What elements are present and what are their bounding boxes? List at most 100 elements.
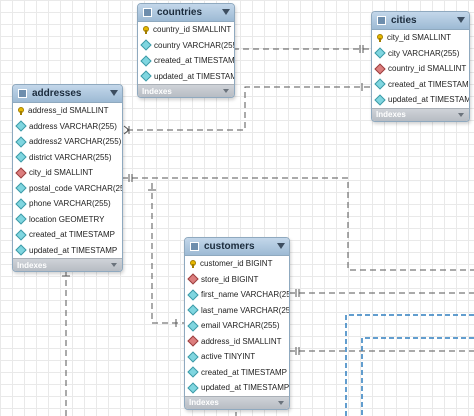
table-header[interactable]: countries [138,4,234,22]
indexes-label: Indexes [376,110,406,119]
column-row[interactable]: updated_at TIMESTAMP [372,92,469,108]
table-customers[interactable]: customers customer_id BIGINT store_id BI… [184,237,290,410]
highlight-link-2 [361,337,474,416]
column-row[interactable]: address_id SMALLINT [185,334,289,350]
column-row[interactable]: updated_at TIMESTAMP [13,243,122,259]
indexes-footer[interactable]: Indexes [185,395,289,409]
foreign-key-diamond-icon [187,335,199,347]
column-diamond-icon [187,304,199,316]
column-label: active TINYINT [201,352,256,362]
expand-arrow-icon[interactable] [458,112,464,117]
collapse-arrow-icon[interactable] [457,17,465,23]
foreign-key-diamond-icon [187,273,199,285]
collapse-arrow-icon[interactable] [222,9,230,15]
column-diamond-icon [187,320,199,332]
primary-key-icon [142,26,149,35]
column-diamond-icon [15,182,27,194]
column-row[interactable]: city_id SMALLINT [13,165,122,181]
column-row[interactable]: address VARCHAR(255) [13,119,122,135]
primary-key-icon [376,34,383,43]
table-cities[interactable]: cities city_id SMALLINT city VARCHAR(255… [371,11,470,122]
column-label: address VARCHAR(255) [29,121,117,131]
column-diamond-icon [140,70,152,82]
column-label: phone VARCHAR(255) [29,199,111,209]
column-label: city_id SMALLINT [29,168,94,178]
table-header[interactable]: cities [372,12,469,30]
collapse-arrow-icon[interactable] [110,90,118,96]
cardinality-mark [123,125,130,131]
column-label: created_at TIMESTAMP [29,230,115,240]
table-header[interactable]: customers [185,238,289,256]
column-diamond-icon [15,120,27,132]
primary-key-icon [189,260,196,269]
column-row[interactable]: country_id SMALLINT [372,61,469,77]
column-label: updated_at TIMESTAMP [29,245,118,255]
highlight-link [345,314,474,416]
column-diamond-icon [187,351,199,363]
cardinality-mark [123,129,130,135]
column-row[interactable]: created_at TIMESTAMP [185,365,289,381]
column-diamond-icon [187,289,199,301]
table-title: cities [391,15,417,26]
table-addresses[interactable]: addresses address_id SMALLINT address VA… [12,84,123,272]
column-label: updated_at TIMESTAMP [201,383,290,393]
collapse-arrow-icon[interactable] [277,243,285,249]
column-row[interactable]: country VARCHAR(255) [138,38,234,54]
column-label: updated_at TIMESTAMP [154,71,235,81]
column-label: created_at TIMESTAMP [388,79,470,89]
column-row[interactable]: created_at TIMESTAMP [372,77,469,93]
column-diamond-icon [187,366,199,378]
column-label: city VARCHAR(255) [388,48,460,58]
column-row[interactable]: first_name VARCHAR(255) [185,287,289,303]
column-diamond-icon [15,229,27,241]
column-diamond-icon [374,94,386,106]
primary-key-icon [17,107,24,116]
column-row[interactable]: address_id SMALLINT [13,103,122,119]
column-label: email VARCHAR(255) [201,321,280,331]
column-label: customer_id BIGINT [200,259,273,269]
column-row[interactable]: customer_id BIGINT [185,256,289,272]
column-label: first_name VARCHAR(255) [201,290,290,300]
column-diamond-icon [15,151,27,163]
foreign-key-diamond-icon [374,63,386,75]
column-diamond-icon [374,47,386,59]
table-countries[interactable]: countries country_id SMALLINT country VA… [137,3,235,98]
column-row[interactable]: updated_at TIMESTAMP [138,69,234,85]
indexes-footer[interactable]: Indexes [13,258,122,271]
column-row[interactable]: active TINYINT [185,349,289,365]
column-label: created_at TIMESTAMP [154,56,235,66]
table-title: addresses [32,88,82,99]
indexes-footer[interactable]: Indexes [372,107,469,121]
table-title: customers [204,241,255,252]
column-row[interactable]: district VARCHAR(255) [13,150,122,166]
column-row[interactable]: updated_at TIMESTAMP [185,380,289,396]
indexes-footer[interactable]: Indexes [138,84,234,97]
expand-arrow-icon[interactable] [111,263,117,267]
column-row[interactable]: city_id SMALLINT [372,30,469,46]
column-row[interactable]: created_at TIMESTAMP [13,227,122,243]
column-row[interactable]: created_at TIMESTAMP [138,53,234,69]
indexes-label: Indexes [189,398,219,407]
column-label: country_id SMALLINT [153,25,232,35]
expand-arrow-icon[interactable] [223,89,229,93]
column-label: city_id SMALLINT [387,33,452,43]
column-diamond-icon [374,78,386,90]
column-label: location GEOMETRY [29,214,105,224]
column-row[interactable]: country_id SMALLINT [138,22,234,38]
column-label: district VARCHAR(255) [29,152,112,162]
column-row[interactable]: email VARCHAR(255) [185,318,289,334]
column-row[interactable]: phone VARCHAR(255) [13,196,122,212]
column-row[interactable]: address2 VARCHAR(255) [13,134,122,150]
table-icon [190,242,199,251]
column-row[interactable]: city VARCHAR(255) [372,46,469,62]
expand-arrow-icon[interactable] [278,400,284,405]
column-row[interactable]: store_id BIGINT [185,272,289,288]
column-label: last_name VARCHAR(255) [201,305,290,315]
column-row[interactable]: location GEOMETRY [13,212,122,228]
table-header[interactable]: addresses [13,85,122,103]
column-diamond-icon [15,244,27,256]
column-row[interactable]: postal_code VARCHAR(255) [13,181,122,197]
column-label: updated_at TIMESTAMP [388,95,470,105]
foreign-key-diamond-icon [15,167,27,179]
column-row[interactable]: last_name VARCHAR(255) [185,303,289,319]
